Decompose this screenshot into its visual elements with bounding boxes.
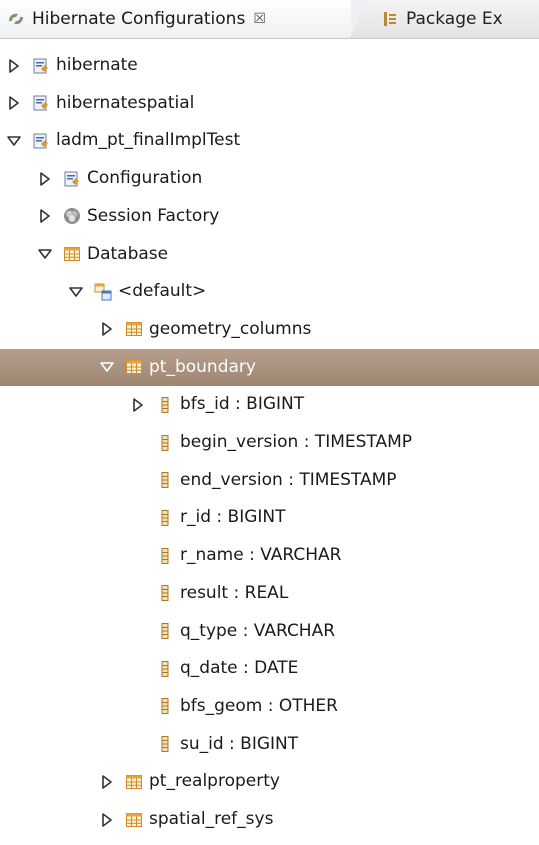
collapse-arrow-icon[interactable] xyxy=(99,359,115,375)
config-icon xyxy=(32,94,50,112)
schema-icon xyxy=(94,283,112,301)
column-icon xyxy=(156,547,174,565)
tree-item-label: result : REAL xyxy=(180,582,289,603)
config-icon xyxy=(63,170,81,188)
tree-item-label: r_id : BIGINT xyxy=(180,507,286,528)
view-tab-bar: Hibernate Configurations ☒ Package Ex xyxy=(0,0,539,39)
table-icon xyxy=(125,773,143,791)
tree-item[interactable]: q_type : VARCHAR xyxy=(0,613,539,650)
hibernate-config-icon xyxy=(6,9,26,29)
tree-item[interactable]: Session Factory xyxy=(0,198,539,235)
tree-item[interactable]: Database xyxy=(0,236,539,273)
collapse-arrow-icon[interactable] xyxy=(68,284,84,300)
tree-item-label: pt_realproperty xyxy=(149,771,280,792)
tab-label: Package Ex xyxy=(406,8,503,29)
tree-item[interactable]: begin_version : TIMESTAMP xyxy=(0,424,539,461)
column-icon xyxy=(156,660,174,678)
tree-item[interactable]: hibernate xyxy=(0,47,539,84)
config-icon xyxy=(32,132,50,150)
tree-item[interactable]: pt_boundary xyxy=(0,348,539,386)
expand-arrow-icon[interactable] xyxy=(99,321,115,337)
tree-item-label: q_date : DATE xyxy=(180,658,299,679)
tree-item-label: Database xyxy=(87,243,169,264)
table-icon xyxy=(63,245,81,263)
tab-hibernate-configurations[interactable]: Hibernate Configurations ☒ xyxy=(0,0,366,38)
tree-item-label: Session Factory xyxy=(87,205,220,226)
tab-package-explorer[interactable]: Package Ex xyxy=(370,0,503,38)
expand-arrow-icon[interactable] xyxy=(99,774,115,790)
tree-item-label: bfs_geom : OTHER xyxy=(180,695,338,716)
tree-item-label: ladm_pt_finalImplTest xyxy=(56,130,241,151)
tree-item[interactable]: geometry_columns xyxy=(0,311,539,348)
tree-item[interactable]: <default> xyxy=(0,273,539,310)
tree-item[interactable]: pt_realproperty xyxy=(0,763,539,800)
config-icon xyxy=(32,57,50,75)
column-icon xyxy=(156,735,174,753)
column-icon xyxy=(156,471,174,489)
tree-item-label: geometry_columns xyxy=(149,318,312,339)
column-icon xyxy=(156,584,174,602)
tree-item[interactable]: hibernatespatial xyxy=(0,85,539,122)
expand-arrow-icon[interactable] xyxy=(37,208,53,224)
tree-item[interactable]: bfs_geom : OTHER xyxy=(0,688,539,725)
tree-item[interactable]: result : REAL xyxy=(0,575,539,612)
table-icon xyxy=(125,811,143,829)
tab-label: Hibernate Configurations xyxy=(32,8,246,29)
session-factory-icon xyxy=(63,207,81,225)
tree-item-label: su_id : BIGINT xyxy=(180,733,299,754)
tree-item-label: q_type : VARCHAR xyxy=(180,620,336,641)
expand-arrow-icon[interactable] xyxy=(37,171,53,187)
tree-item[interactable]: su_id : BIGINT xyxy=(0,726,539,763)
tree-item-label: hibernate xyxy=(56,55,138,75)
package-explorer-icon xyxy=(380,9,400,29)
tree-item[interactable]: q_date : DATE xyxy=(0,650,539,687)
tree-item-label: spatial_ref_sys xyxy=(149,809,274,829)
tree-item[interactable]: r_name : VARCHAR xyxy=(0,537,539,574)
expand-arrow-icon[interactable] xyxy=(6,58,22,74)
collapse-arrow-icon[interactable] xyxy=(6,133,22,149)
column-icon xyxy=(156,622,174,640)
tree-item[interactable]: r_id : BIGINT xyxy=(0,499,539,536)
column-icon xyxy=(156,697,174,715)
tree-item[interactable]: ladm_pt_finalImplTest xyxy=(0,122,539,159)
expand-arrow-icon[interactable] xyxy=(99,812,115,828)
close-icon[interactable]: ☒ xyxy=(253,11,266,27)
tree-item-label: bfs_id : BIGINT xyxy=(180,394,305,415)
tree-item-label: Configuration xyxy=(87,168,203,189)
column-icon xyxy=(156,509,174,527)
table-icon xyxy=(125,358,143,376)
tree-item-label: <default> xyxy=(118,281,207,302)
tree-item[interactable]: Configuration xyxy=(0,160,539,197)
tree-item-label: hibernatespatial xyxy=(56,92,195,113)
column-icon xyxy=(156,434,174,452)
tree-item-label: end_version : TIMESTAMP xyxy=(180,469,397,490)
column-icon xyxy=(156,396,174,414)
tree-item-label: pt_boundary xyxy=(149,356,256,377)
tree-item[interactable]: spatial_ref_sys xyxy=(0,801,539,838)
tree-item[interactable]: bfs_id : BIGINT xyxy=(0,386,539,423)
tree-item-label: r_name : VARCHAR xyxy=(180,545,342,566)
expand-arrow-icon[interactable] xyxy=(130,397,146,413)
collapse-arrow-icon[interactable] xyxy=(37,246,53,262)
tree-item[interactable]: end_version : TIMESTAMP xyxy=(0,462,539,499)
tree-item-label: begin_version : TIMESTAMP xyxy=(180,432,413,452)
expand-arrow-icon[interactable] xyxy=(6,95,22,111)
table-icon xyxy=(125,320,143,338)
